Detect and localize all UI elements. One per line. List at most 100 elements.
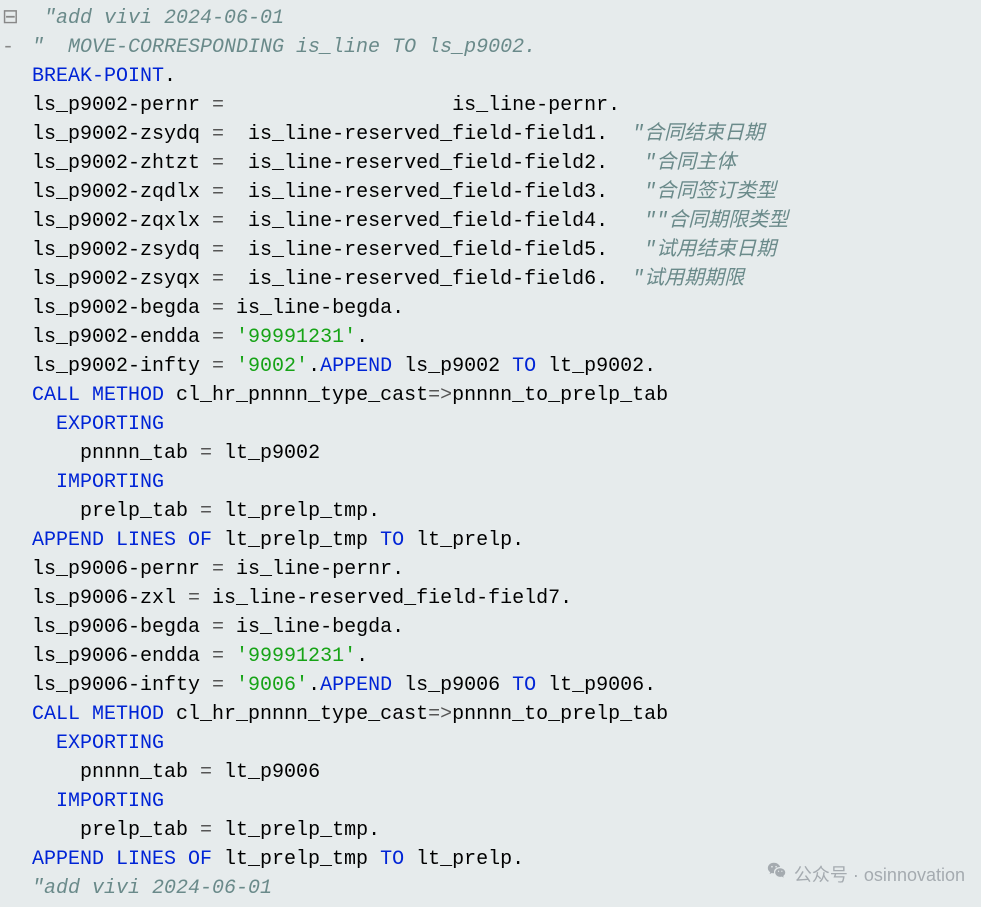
code-line[interactable]: ls_p9006-begda = is_line-begda. bbox=[20, 613, 981, 642]
code-line[interactable]: ls_p9002-zsyqx = is_line-reserved_field-… bbox=[20, 265, 981, 294]
fold-icon[interactable]: ⊟ bbox=[0, 4, 20, 33]
code-token: = bbox=[212, 558, 224, 581]
code-token: is_line-begda. bbox=[224, 616, 404, 639]
code-line[interactable]: " MOVE-CORRESPONDING is_line TO ls_p9002… bbox=[20, 33, 981, 62]
watermark-label: 公众号 · osinnovation bbox=[794, 861, 965, 890]
code-token: is_line-reserved_field-field4. bbox=[224, 210, 644, 233]
code-token: '99991231' bbox=[224, 645, 356, 668]
code-token: ls_p9002 bbox=[392, 355, 512, 378]
code-token: = bbox=[212, 297, 224, 320]
code-token: is_line-pernr. bbox=[224, 94, 620, 117]
code-token: ls_p9002-infty bbox=[20, 355, 212, 378]
code-token: ls_p9002-zsydq bbox=[20, 123, 212, 146]
code-line[interactable]: CALL METHOD cl_hr_pnnnn_type_cast=>pnnnn… bbox=[20, 381, 981, 410]
code-token: ls_p9006-endda bbox=[20, 645, 212, 668]
code-token: is_line-reserved_field-field2. bbox=[224, 152, 644, 175]
code-token: lt_p9002 bbox=[212, 442, 320, 465]
code-line[interactable]: pnnnn_tab = lt_p9006 bbox=[20, 758, 981, 787]
code-token: prelp_tab bbox=[20, 819, 200, 842]
code-token: lt_prelp. bbox=[404, 848, 524, 871]
code-token: TO bbox=[380, 529, 404, 552]
code-token: = bbox=[212, 181, 224, 204]
code-token: APPEND bbox=[320, 355, 392, 378]
code-line[interactable]: ls_p9002-zsydq = is_line-reserved_field-… bbox=[20, 120, 981, 149]
code-line[interactable]: IMPORTING bbox=[20, 468, 981, 497]
code-token: APPEND LINES OF bbox=[20, 529, 212, 552]
code-token: "试用期期限 bbox=[632, 268, 744, 291]
code-token: is_line-reserved_field-field1. bbox=[224, 123, 632, 146]
code-token: => bbox=[428, 703, 452, 726]
code-line[interactable]: ls_p9002-infty = '9002'.APPEND ls_p9002 … bbox=[20, 352, 981, 381]
code-line[interactable]: ls_p9006-endda = '99991231'. bbox=[20, 642, 981, 671]
code-token: " MOVE-CORRESPONDING is_line TO ls_p9002… bbox=[20, 36, 536, 59]
code-line[interactable]: EXPORTING bbox=[20, 729, 981, 758]
code-token: is_line-reserved_field-field7. bbox=[200, 587, 572, 610]
code-line[interactable]: "add vivi 2024-06-01 bbox=[20, 4, 981, 33]
code-token: TO bbox=[380, 848, 404, 871]
code-token: = bbox=[212, 645, 224, 668]
code-line[interactable]: ls_p9002-pernr = is_line-pernr. bbox=[20, 91, 981, 120]
code-line[interactable]: EXPORTING bbox=[20, 410, 981, 439]
code-line[interactable]: BREAK-POINT. bbox=[20, 62, 981, 91]
code-token: = bbox=[200, 442, 212, 465]
code-token: ls_p9006-begda bbox=[20, 616, 212, 639]
code-token: . bbox=[356, 326, 368, 349]
code-token: ls_p9006-zxl bbox=[20, 587, 188, 610]
code-token: ls_p9006-pernr bbox=[20, 558, 212, 581]
code-token: ""合同期限类型 bbox=[644, 210, 788, 233]
code-token: EXPORTING bbox=[20, 732, 164, 755]
code-line[interactable]: ls_p9002-zsydq = is_line-reserved_field-… bbox=[20, 236, 981, 265]
code-line[interactable]: ls_p9002-zqxlx = is_line-reserved_field-… bbox=[20, 207, 981, 236]
code-token: IMPORTING bbox=[20, 790, 164, 813]
code-token: cl_hr_pnnnn_type_cast bbox=[164, 703, 428, 726]
code-token: is_line-reserved_field-field3. bbox=[224, 181, 644, 204]
code-token: prelp_tab bbox=[20, 500, 200, 523]
code-token: ls_p9002-zhtzt bbox=[20, 152, 212, 175]
code-token: . bbox=[308, 674, 320, 697]
code-token: = bbox=[212, 268, 224, 291]
code-token: = bbox=[212, 616, 224, 639]
code-line[interactable]: ls_p9006-pernr = is_line-pernr. bbox=[20, 555, 981, 584]
code-token: TO bbox=[512, 355, 536, 378]
code-token: "合同结束日期 bbox=[632, 123, 764, 146]
code-line[interactable]: APPEND LINES OF lt_prelp_tmp TO lt_prelp… bbox=[20, 526, 981, 555]
code-token: ls_p9002-zqdlx bbox=[20, 181, 212, 204]
code-token: = bbox=[212, 355, 224, 378]
code-line[interactable]: prelp_tab = lt_prelp_tmp. bbox=[20, 497, 981, 526]
code-token: CALL METHOD bbox=[20, 703, 164, 726]
code-editor-viewport[interactable]: "add vivi 2024-06-01 " MOVE-CORRESPONDIN… bbox=[20, 4, 981, 903]
code-token: is_line-begda. bbox=[224, 297, 404, 320]
code-line[interactable]: ls_p9006-infty = '9006'.APPEND ls_p9006 … bbox=[20, 671, 981, 700]
code-line[interactable]: pnnnn_tab = lt_p9002 bbox=[20, 439, 981, 468]
code-token: = bbox=[212, 239, 224, 262]
code-token: = bbox=[200, 500, 212, 523]
wechat-icon bbox=[766, 860, 788, 891]
code-token: ls_p9002-zqxlx bbox=[20, 210, 212, 233]
code-line[interactable]: ls_p9006-zxl = is_line-reserved_field-fi… bbox=[20, 584, 981, 613]
code-token: lt_prelp_tmp. bbox=[212, 500, 380, 523]
code-token: pnnnn_to_prelp_tab bbox=[452, 384, 668, 407]
code-line[interactable]: CALL METHOD cl_hr_pnnnn_type_cast=>pnnnn… bbox=[20, 700, 981, 729]
code-token: cl_hr_pnnnn_type_cast bbox=[164, 384, 428, 407]
code-token: pnnnn_tab bbox=[20, 442, 200, 465]
code-line[interactable]: prelp_tab = lt_prelp_tmp. bbox=[20, 816, 981, 845]
code-line[interactable]: ls_p9002-begda = is_line-begda. bbox=[20, 294, 981, 323]
code-token: lt_prelp_tmp bbox=[212, 848, 380, 871]
code-line[interactable]: ls_p9002-zqdlx = is_line-reserved_field-… bbox=[20, 178, 981, 207]
code-token: BREAK-POINT bbox=[20, 65, 164, 88]
code-token: ls_p9002-pernr bbox=[20, 94, 212, 117]
code-token: is_line-reserved_field-field5. bbox=[224, 239, 644, 262]
code-token: lt_prelp_tmp bbox=[212, 529, 380, 552]
code-token: lt_prelp. bbox=[404, 529, 524, 552]
code-token: lt_p9006. bbox=[536, 674, 656, 697]
code-token: = bbox=[200, 819, 212, 842]
code-token: '9006' bbox=[224, 674, 308, 697]
code-token: is_line-reserved_field-field6. bbox=[224, 268, 632, 291]
code-token: APPEND LINES OF bbox=[20, 848, 212, 871]
code-line[interactable]: ls_p9002-zhtzt = is_line-reserved_field-… bbox=[20, 149, 981, 178]
code-token: IMPORTING bbox=[20, 471, 164, 494]
code-token: . bbox=[164, 65, 176, 88]
code-line[interactable]: IMPORTING bbox=[20, 787, 981, 816]
code-token: = bbox=[212, 326, 224, 349]
code-line[interactable]: ls_p9002-endda = '99991231'. bbox=[20, 323, 981, 352]
